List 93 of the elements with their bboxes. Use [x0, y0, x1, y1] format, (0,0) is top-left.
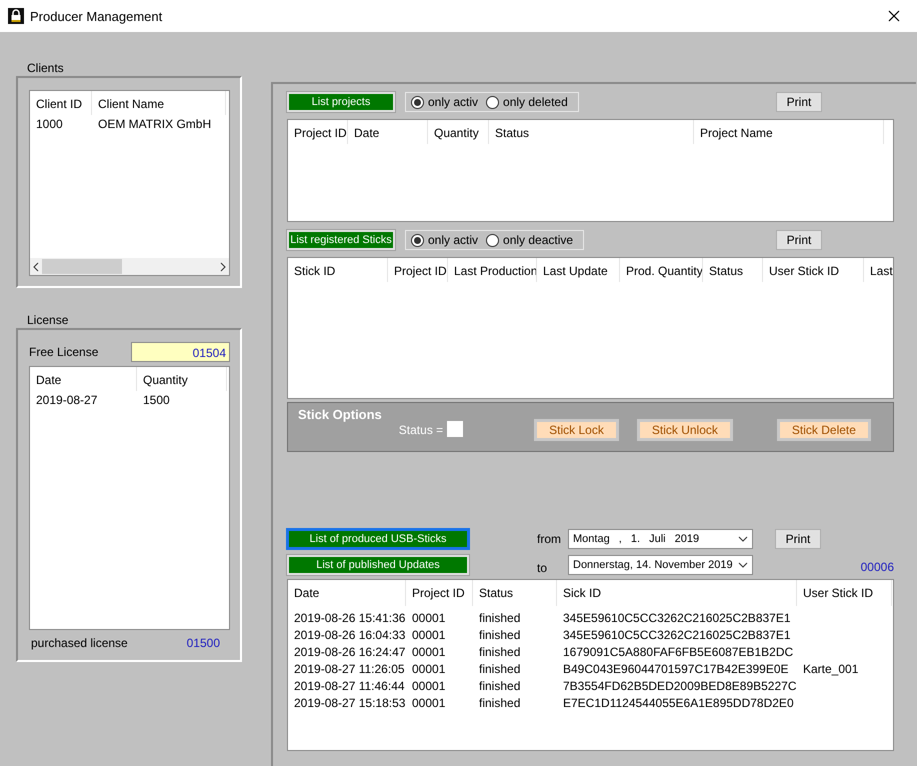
- table-cell-text: 00001: [411, 696, 446, 710]
- table-cell-text: E7EC1D1124544055E6A1E895DD78D2E0: [562, 696, 795, 710]
- print-button[interactable]: Print: [775, 529, 821, 549]
- table-cell-text: 2019-08-26 15:41:36: [293, 610, 406, 624]
- table-cell-text: 345E59610C5CC3262C216025C2B837E1: [562, 628, 792, 642]
- column-header[interactable]: Date: [348, 120, 428, 144]
- table-cell-text: 1679091C5A880FAF6FB5E6087EB1B2DC: [562, 644, 794, 658]
- status-label: Status =: [398, 423, 444, 437]
- panel-title: Stick Options: [298, 407, 382, 422]
- table-cell-text: B49C043E96044701597C17B42E399E0E: [562, 662, 790, 676]
- chevron-down-icon[interactable]: [738, 536, 748, 542]
- table-cell-text: 345E59610C5CC3262C216025C2B837E1: [562, 610, 792, 624]
- column-header[interactable]: Status: [489, 120, 694, 144]
- column-header[interactable]: Project Name: [694, 120, 884, 144]
- table-cell-text: finished: [478, 610, 522, 624]
- column-header[interactable]: Last: [864, 258, 893, 282]
- chevron-right-icon[interactable]: [220, 262, 226, 272]
- table-cell-text: 00001: [411, 610, 446, 624]
- stick-action-button[interactable]: Stick Delete: [776, 419, 871, 441]
- list-view[interactable]: Date Quantity 2019-08-27 1500: [29, 366, 230, 630]
- table-cell-text: finished: [478, 628, 522, 642]
- horizontal-scrollbar[interactable]: [30, 258, 229, 275]
- column-header[interactable]: Project ID: [406, 580, 473, 606]
- table-cell-text: 00001: [411, 644, 446, 658]
- print-button[interactable]: Print: [776, 230, 822, 250]
- field-label: purchased license: [31, 636, 128, 650]
- column-header[interactable]: Client Name: [92, 91, 226, 115]
- column-header[interactable]: Quantity: [428, 120, 489, 144]
- record-count: 00006: [860, 559, 894, 574]
- column-header[interactable]: Last Update: [537, 258, 620, 282]
- table-cell-text: OEM MATRIX GmbH: [97, 116, 212, 130]
- table-cell-text: 1000: [35, 116, 64, 130]
- table-cell-text: finished: [478, 696, 522, 710]
- free-license-field: 01504: [131, 342, 230, 362]
- table-cell-text: finished: [478, 678, 522, 692]
- radio-button[interactable]: [411, 234, 424, 246]
- chevron-down-icon[interactable]: [738, 562, 748, 568]
- to-label: to: [537, 560, 548, 575]
- table-cell-text: finished: [478, 662, 522, 676]
- date-picker[interactable]: Donnerstag, 14. November 2019: [568, 555, 753, 575]
- field-label: Free License: [29, 345, 98, 359]
- column-header[interactable]: Quantity: [137, 367, 227, 391]
- list-view[interactable]: Project ID Date Quantity Status Project Name: [287, 119, 894, 222]
- column-header[interactable]: Client ID: [30, 91, 92, 115]
- group-label: License: [26, 312, 70, 328]
- table-cell-text: 00001: [411, 678, 446, 692]
- list-view[interactable]: Client ID Client Name 1000 OEM MATRIX GmbH: [29, 90, 230, 276]
- column-header[interactable]: Project ID: [388, 258, 448, 282]
- stick-action-button[interactable]: Stick Unlock: [636, 419, 733, 441]
- table-cell-text: Karte_001: [802, 662, 860, 676]
- table-cell-text: 2019-08-27 15:18:53: [293, 696, 406, 710]
- purchased-count: 01500: [186, 636, 220, 650]
- table-cell-text: 2019-08-26 16:04:33: [293, 628, 406, 642]
- table-cell-text: 00001: [411, 662, 446, 676]
- padlock-icon: [8, 8, 24, 24]
- list-toggle-button[interactable]: List of produced USB-Sticks: [287, 529, 469, 549]
- radio-button[interactable]: [411, 96, 424, 108]
- table-cell-text: 00001: [411, 628, 446, 642]
- stick-action-button[interactable]: Stick Lock: [534, 419, 619, 441]
- radio-button[interactable]: [486, 96, 500, 108]
- print-button[interactable]: Print: [776, 92, 822, 112]
- column-header[interactable]: User Stick ID: [763, 258, 864, 282]
- table-cell-text: 2019-08-27: [35, 392, 98, 406]
- list-view[interactable]: [287, 579, 894, 751]
- list-projects-button[interactable]: List projects: [287, 92, 395, 112]
- radio-option[interactable]: only activ: [411, 95, 478, 109]
- table-cell-text: 2019-08-26 16:24:47: [293, 644, 406, 658]
- window-title: Producer Management: [30, 8, 164, 24]
- column-header[interactable]: Date: [288, 580, 406, 606]
- radio-option[interactable]: only deactive: [486, 233, 574, 247]
- close-icon[interactable]: [888, 10, 900, 22]
- column-header[interactable]: Project ID: [288, 120, 348, 144]
- table-cell-text: 1500: [142, 392, 171, 406]
- table-cell-text: 7B3554FD62B5DED2009BED8E89B5227C: [562, 678, 797, 692]
- from-label: from: [537, 532, 562, 546]
- chevron-left-icon[interactable]: [33, 262, 39, 272]
- table-cell-text: finished: [478, 644, 522, 658]
- list-toggle-button[interactable]: List of published Updates: [287, 555, 469, 575]
- column-header[interactable]: Stick ID: [288, 258, 388, 282]
- column-header[interactable]: Status: [703, 258, 763, 282]
- status-indicator: [447, 421, 464, 437]
- radio-option[interactable]: only deleted: [486, 95, 568, 109]
- radio-option[interactable]: only activ: [411, 233, 478, 247]
- list-sticks-button[interactable]: List registered Sticks: [287, 230, 395, 250]
- column-header[interactable]: Sick ID: [557, 580, 797, 606]
- column-header[interactable]: Date: [30, 367, 137, 391]
- table-cell-text: 2019-08-27 11:26:05: [293, 662, 406, 676]
- group-label: Clients: [26, 60, 65, 76]
- radio-button[interactable]: [486, 234, 500, 246]
- date-picker[interactable]: Montag , 1. Juli 2019: [568, 529, 753, 549]
- column-header[interactable]: User Stick ID: [797, 580, 892, 606]
- table-cell-text: 2019-08-27 11:46:44: [293, 678, 406, 692]
- column-header[interactable]: Status: [473, 580, 557, 606]
